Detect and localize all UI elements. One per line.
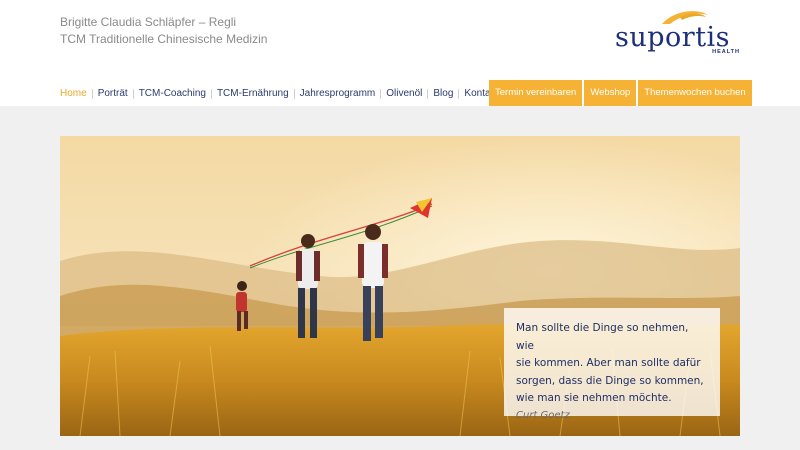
nav-blog[interactable]: Blog (433, 86, 453, 102)
nav-separator (458, 89, 460, 99)
quote-line: sie kommen. Aber man sollte dafür (516, 357, 701, 369)
brand-subtitle: TCM Traditionelle Chinesische Medizin (60, 32, 268, 46)
nav-olivenoel[interactable]: Olivenöl (386, 86, 422, 102)
nav-separator (293, 89, 295, 99)
nav-separator (210, 89, 212, 99)
quote-line: sorgen, dass die Dinge so kommen, (516, 374, 704, 387)
book-theme-weeks-button[interactable]: Themenwochen buchen (638, 80, 752, 106)
quote-line: Man sollte die Dinge so nehmen, wie (516, 322, 689, 352)
logo-text: suportis (615, 22, 731, 53)
suportis-logo[interactable]: suportis HEALTH (612, 8, 742, 60)
brand-name: Brigitte Claudia Schläpfer – Regli (60, 15, 237, 29)
main-navigation: Home Porträt TCM-Coaching TCM-Ernährung … (60, 86, 498, 102)
nav-separator (380, 89, 382, 99)
nav-tcm-ernaehrung[interactable]: TCM-Ernährung (217, 86, 289, 102)
book-appointment-button[interactable]: Termin vereinbaren (489, 80, 583, 106)
logo-tagline: HEALTH (712, 49, 740, 55)
quote-author: Curt Goetz (516, 409, 570, 421)
quote-box: Man sollte die Dinge so nehmen, wie sie … (504, 308, 720, 421)
site-header: Brigitte Claudia Schläpfer – Regli TCM T… (0, 0, 800, 106)
quote-line: wie man sie nehmen möchte. (516, 392, 672, 404)
nav-home[interactable]: Home (60, 86, 87, 102)
webshop-button[interactable]: Webshop (584, 80, 637, 106)
nav-tcm-coaching[interactable]: TCM-Coaching (139, 86, 206, 102)
nav-separator (427, 89, 429, 99)
cta-button-group: Termin vereinbaren Webshop Themenwochen … (489, 80, 752, 106)
nav-jahresprogramm[interactable]: Jahresprogramm (300, 86, 376, 102)
nav-separator (132, 89, 134, 99)
nav-portrait[interactable]: Porträt (98, 86, 128, 102)
nav-separator (91, 89, 93, 99)
